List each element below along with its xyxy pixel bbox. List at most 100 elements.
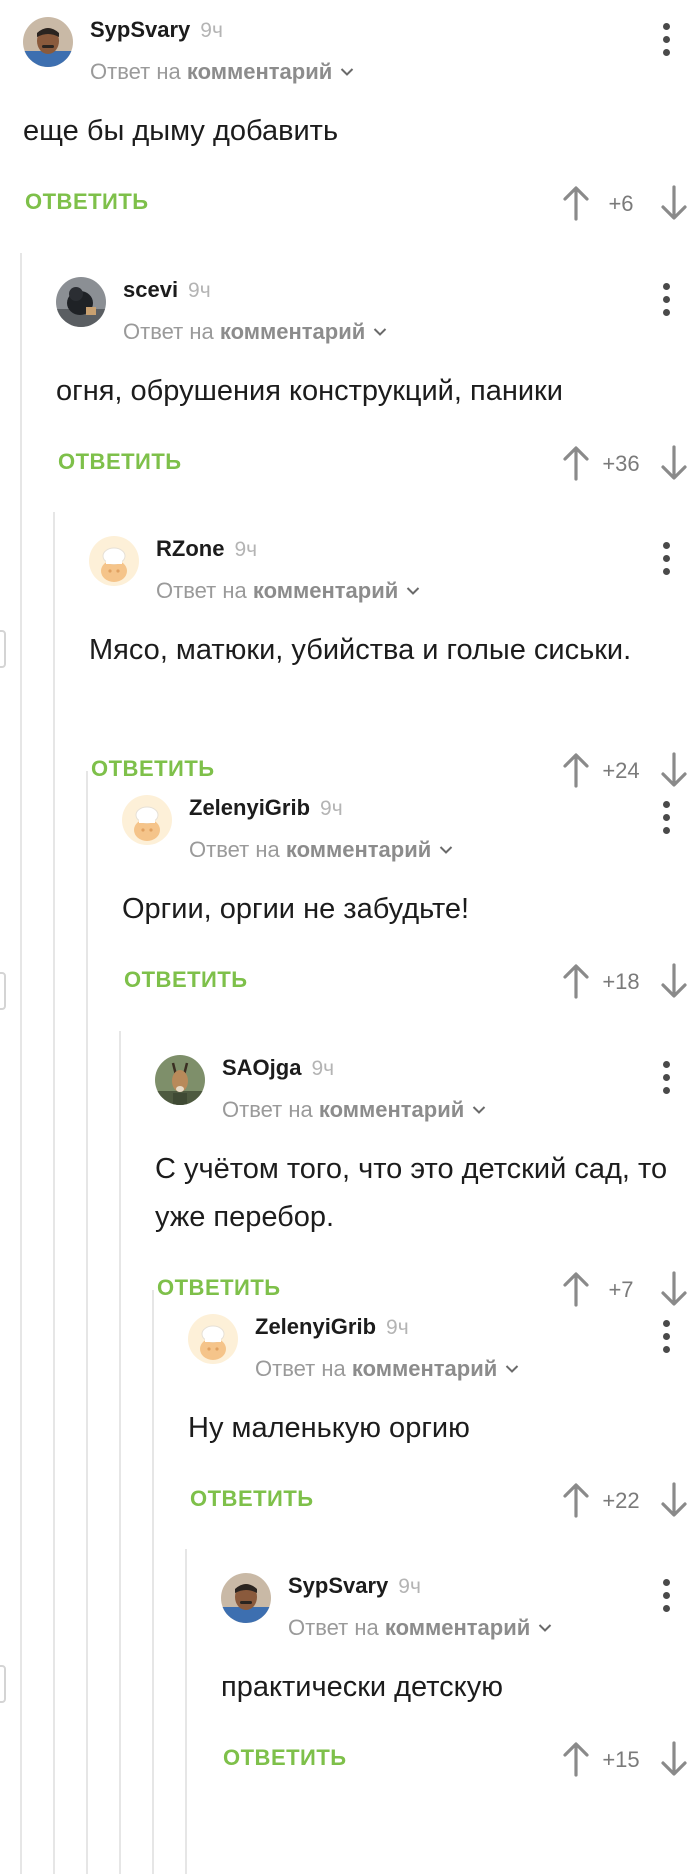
comment-text: Оргии, оргии не забудьте! <box>122 893 470 925</box>
arrow-up-icon[interactable] <box>562 185 590 221</box>
comment-time: 9ч <box>188 279 211 302</box>
reply-to-target: комментарий <box>219 319 366 344</box>
arrow-up-icon[interactable] <box>562 1741 590 1777</box>
reply-button[interactable]: ОТВЕТИТЬ <box>157 1275 281 1301</box>
more-options-icon[interactable] <box>662 801 670 837</box>
comment-author[interactable]: ZelenyiGrib <box>189 795 310 821</box>
comment-text: еще бы дыму добавить <box>23 115 339 147</box>
thread-line[interactable] <box>86 771 88 1874</box>
comment-score: +22 <box>602 1488 640 1513</box>
comment-footer: ОТВЕТИТЬ +22 <box>188 1480 700 1520</box>
comment-footer: ОТВЕТИТЬ +15 <box>221 1739 700 1779</box>
reply-to-link[interactable]: Ответ на комментарий <box>90 57 354 85</box>
arrow-up-icon[interactable] <box>562 752 590 788</box>
reply-to-link[interactable]: Ответ на комментарий <box>255 1354 519 1382</box>
comment-time: 9ч <box>311 1057 335 1080</box>
comment-score: +24 <box>602 758 640 783</box>
comment-author[interactable]: SypSvary <box>288 1573 388 1599</box>
arrow-down-icon[interactable] <box>660 445 688 481</box>
comment: RZone 9ч Ответ на комментарий Мясо, матюки,… <box>89 536 700 796</box>
avatar[interactable] <box>89 536 139 586</box>
reply-to-prefix: Ответ на <box>222 1097 313 1122</box>
reply-to-prefix: Ответ на <box>189 837 280 862</box>
chevron-down-icon[interactable] <box>406 576 420 602</box>
arrow-up-icon[interactable] <box>562 445 590 481</box>
comment-time: 9ч <box>320 797 343 820</box>
more-options-icon[interactable] <box>662 1061 670 1097</box>
collapse-thread-handle[interactable] <box>0 972 6 1010</box>
thread-line[interactable] <box>119 1031 121 1874</box>
avatar[interactable] <box>155 1055 205 1105</box>
arrow-up-icon[interactable] <box>562 1271 590 1307</box>
reply-to-prefix: Ответ на <box>288 1615 379 1640</box>
avatar[interactable] <box>23 17 73 67</box>
collapse-thread-handle[interactable] <box>0 630 6 668</box>
arrow-down-icon[interactable] <box>660 1271 688 1307</box>
arrow-down-icon[interactable] <box>660 752 688 788</box>
thread-line[interactable] <box>152 1290 154 1874</box>
arrow-down-icon[interactable] <box>660 185 688 221</box>
chevron-down-icon[interactable] <box>472 1095 486 1121</box>
comment: SypSvary 9ч Ответ на комментарий еще бы дым… <box>23 17 700 277</box>
more-options-icon[interactable] <box>662 1320 670 1356</box>
reply-button[interactable]: ОТВЕТИТЬ <box>124 967 248 993</box>
comment-author[interactable]: SypSvary <box>90 17 190 43</box>
chevron-down-icon[interactable] <box>340 57 354 83</box>
reply-button[interactable]: ОТВЕТИТЬ <box>190 1486 314 1512</box>
reply-to-target: комментарий <box>285 837 432 862</box>
reply-to-target: комментарий <box>252 578 399 603</box>
reply-to-link[interactable]: Ответ на комментарий <box>156 576 420 604</box>
avatar[interactable] <box>56 277 106 327</box>
comment-text: огня, обрушения конструкций, паники <box>56 375 563 407</box>
comment-author[interactable]: RZone <box>156 536 224 562</box>
chevron-down-icon[interactable] <box>538 1613 552 1639</box>
chevron-down-icon[interactable] <box>505 1354 519 1380</box>
reply-button[interactable]: ОТВЕТИТЬ <box>58 449 182 475</box>
comment-author[interactable]: scevi <box>123 277 178 303</box>
thread-line[interactable] <box>185 1549 187 1874</box>
arrow-up-icon[interactable] <box>562 963 590 999</box>
reply-to-link[interactable]: Ответ на комментарий <box>288 1613 552 1641</box>
more-options-icon[interactable] <box>662 23 670 59</box>
avatar[interactable] <box>221 1573 271 1623</box>
comment: SAOjga 9ч Ответ на комментарий С учётом тог… <box>155 1055 700 1315</box>
comment-author[interactable]: SAOjga <box>222 1055 301 1081</box>
comment-footer: ОТВЕТИТЬ +36 <box>56 443 700 483</box>
comment-time: 9ч <box>386 1316 409 1339</box>
reply-to-target: комментарий <box>351 1356 498 1381</box>
reply-to-target: комментарий <box>384 1615 531 1640</box>
reply-button[interactable]: ОТВЕТИТЬ <box>25 189 149 215</box>
collapse-thread-handle[interactable] <box>0 1665 6 1703</box>
comment-text: С учётом того, что это детский сад, то у… <box>155 1153 668 1233</box>
reply-to-target: комментарий <box>318 1097 465 1122</box>
reply-to-link[interactable]: Ответ на комментарий <box>189 835 453 863</box>
comment-footer: ОТВЕТИТЬ +7 <box>155 1269 700 1309</box>
reply-to-link[interactable]: Ответ на комментарий <box>222 1095 486 1123</box>
comment-thread: SypSvary 9ч Ответ на комментарий еще бы дым… <box>0 0 700 1874</box>
comment-score: +18 <box>602 969 640 994</box>
thread-line[interactable] <box>53 512 55 1874</box>
reply-to-link[interactable]: Ответ на комментарий <box>123 317 387 345</box>
arrow-down-icon[interactable] <box>660 963 688 999</box>
reply-button[interactable]: ОТВЕТИТЬ <box>223 1745 347 1771</box>
more-options-icon[interactable] <box>662 542 670 578</box>
reply-to-target: комментарий <box>186 59 333 84</box>
avatar[interactable] <box>122 795 172 845</box>
comment-text: практически детскую <box>221 1671 503 1703</box>
thread-line[interactable] <box>20 253 22 1874</box>
arrow-up-icon[interactable] <box>562 1482 590 1518</box>
comment: SypSvary 9ч Ответ на комментарий практическ… <box>221 1573 700 1833</box>
chevron-down-icon[interactable] <box>373 317 387 343</box>
comment-score: +6 <box>608 191 634 216</box>
arrow-down-icon[interactable] <box>660 1741 688 1777</box>
avatar[interactable] <box>188 1314 238 1364</box>
more-options-icon[interactable] <box>662 283 670 319</box>
reply-button[interactable]: ОТВЕТИТЬ <box>91 756 215 782</box>
arrow-down-icon[interactable] <box>660 1482 688 1518</box>
comment-author[interactable]: ZelenyiGrib <box>255 1314 376 1340</box>
chevron-down-icon[interactable] <box>439 835 453 861</box>
more-options-icon[interactable] <box>662 1579 670 1615</box>
comment: ZelenyiGrib 9ч Ответ на комментарий Оргии, … <box>122 795 700 1055</box>
reply-to-prefix: Ответ на <box>156 578 247 603</box>
reply-to-prefix: Ответ на <box>255 1356 346 1381</box>
